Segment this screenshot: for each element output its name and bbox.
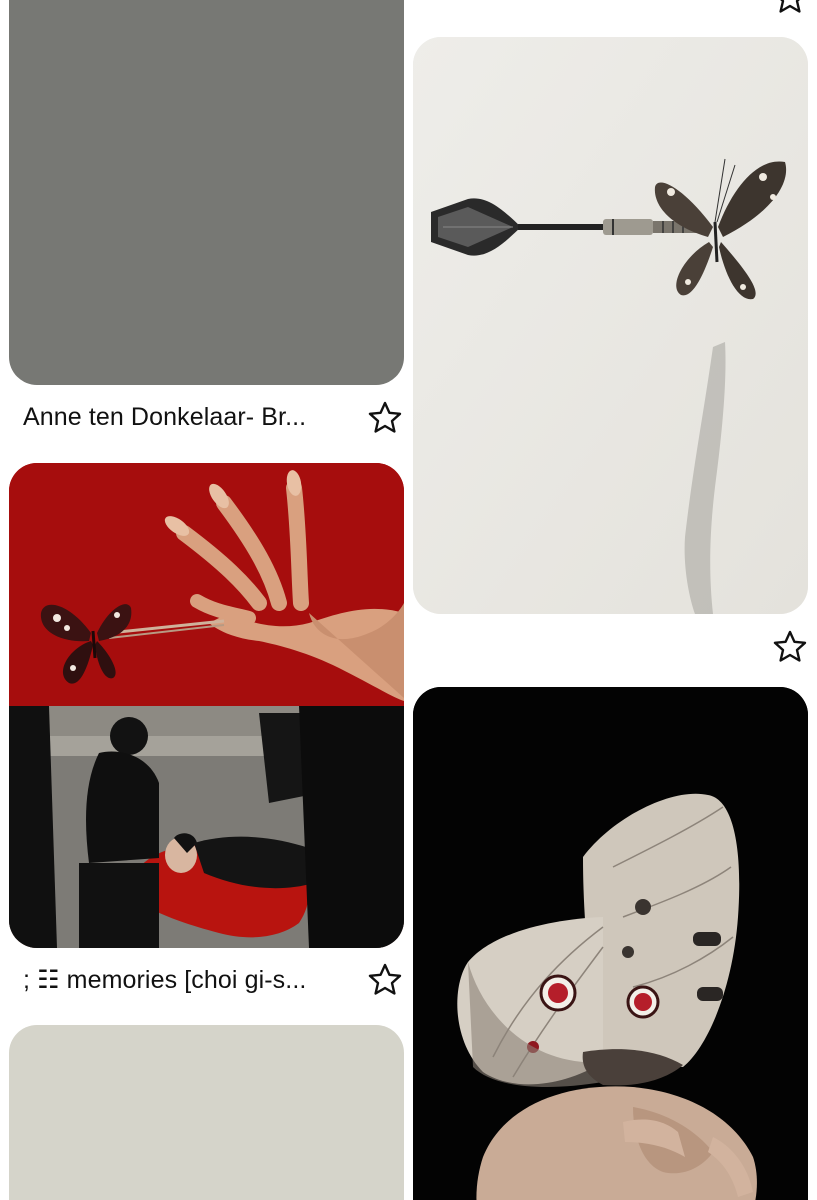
pin-image-moth-figure[interactable] bbox=[413, 687, 808, 1200]
collage-illustration bbox=[9, 463, 404, 948]
pin-feed: Anne ten Donkelaar- Br... ; ☷ memories [… bbox=[0, 0, 817, 1200]
star-outline-icon[interactable] bbox=[367, 400, 403, 436]
pin-image-placeholder-gray[interactable] bbox=[9, 0, 404, 385]
dart-butterfly-illustration bbox=[413, 37, 808, 614]
star-outline-icon[interactable] bbox=[772, 629, 808, 665]
pin-image-dart-butterfly[interactable] bbox=[413, 37, 808, 614]
pin-image-memories-collage[interactable] bbox=[9, 463, 404, 948]
star-outline-icon[interactable] bbox=[772, 0, 808, 16]
pin-caption[interactable]: ; ☷ memories [choi gi-s... bbox=[23, 965, 306, 995]
pin-caption[interactable]: Anne ten Donkelaar- Br... bbox=[23, 403, 306, 432]
star-outline-icon[interactable] bbox=[367, 962, 403, 998]
pin-image-placeholder-beige[interactable] bbox=[9, 1025, 404, 1200]
moth-figure-illustration bbox=[413, 687, 808, 1200]
